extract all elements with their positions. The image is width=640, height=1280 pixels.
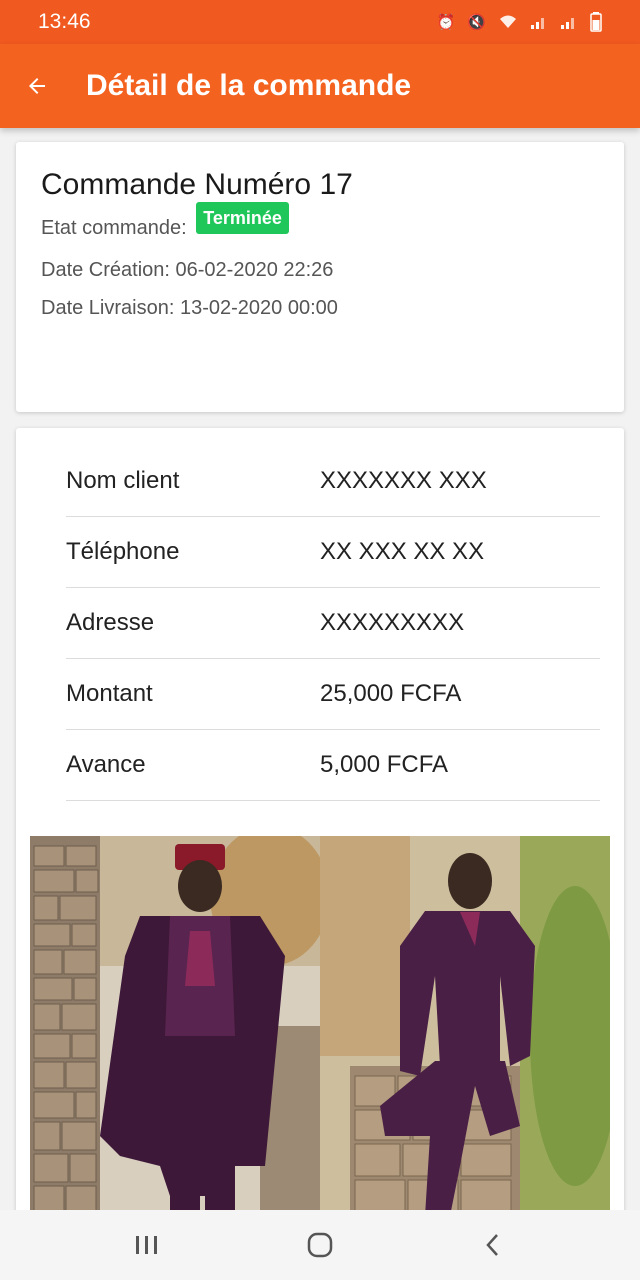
recent-apps-button[interactable]: [107, 1215, 187, 1275]
home-icon: [307, 1232, 333, 1258]
table-row: Téléphone XX XXX XX XX: [66, 517, 600, 588]
back-button[interactable]: [0, 44, 74, 128]
row-value: 5,000 FCFA: [320, 751, 449, 778]
table-row: Nom client XXXXXXX XXX: [66, 446, 600, 517]
mute-icon: 🔇: [467, 14, 486, 31]
alarm-icon: ⏰: [436, 14, 456, 31]
page-title: Détail de la commande: [86, 69, 412, 102]
delivery-date: Date Livraison: 13-02-2020 00:00: [41, 297, 338, 319]
order-summary-card: Commande Numéro 17 Etat commande: Termin…: [16, 142, 624, 412]
row-label: Montant: [66, 680, 153, 707]
system-back-button[interactable]: [453, 1215, 533, 1275]
order-state: Etat commande: Terminée: [41, 202, 599, 246]
arrow-left-icon: [29, 78, 45, 94]
order-state-label: Etat commande:: [41, 217, 187, 239]
row-value: 25,000 FCFA: [320, 680, 462, 707]
system-nav-bar: [0, 1210, 640, 1280]
table-row: Avance 5,000 FCFA: [66, 730, 600, 801]
recent-apps-icon: [135, 1236, 157, 1254]
status-time: 13:46: [38, 10, 91, 33]
status-bar: 13:46 ⏰ 🔇: [0, 0, 640, 44]
signal-icon: [561, 18, 574, 29]
row-value: XX XXX XX XX: [320, 538, 485, 565]
table-row: Adresse XXXXXXXXX: [66, 588, 600, 659]
status-icons: ⏰ 🔇: [437, 12, 602, 32]
row-value: XXXXXXXXX: [320, 609, 465, 636]
row-label: Téléphone: [66, 538, 180, 565]
status-badge: Terminée: [196, 202, 289, 234]
row-label: Adresse: [66, 609, 155, 636]
back-icon: [486, 1234, 499, 1256]
garment-photo: [30, 836, 610, 1216]
home-button[interactable]: [280, 1215, 360, 1275]
app-bar: Détail de la commande: [0, 44, 640, 128]
row-label: Avance: [66, 751, 146, 778]
details-table: Nom client XXXXXXX XXX Téléphone XX XXX …: [66, 446, 600, 801]
order-number: Commande Numéro 17: [41, 168, 353, 201]
battery-icon: [590, 12, 602, 32]
wifi-icon: [500, 15, 516, 28]
creation-date: Date Création: 06-02-2020 22:26: [41, 259, 334, 281]
order-details-card: Nom client XXXXXXX XXX Téléphone XX XXX …: [16, 428, 624, 1228]
table-row: Montant 25,000 FCFA: [66, 659, 600, 730]
signal-icon: [531, 18, 544, 29]
row-value: XXXXXXX XXX: [320, 467, 487, 494]
row-label: Nom client: [66, 467, 180, 494]
